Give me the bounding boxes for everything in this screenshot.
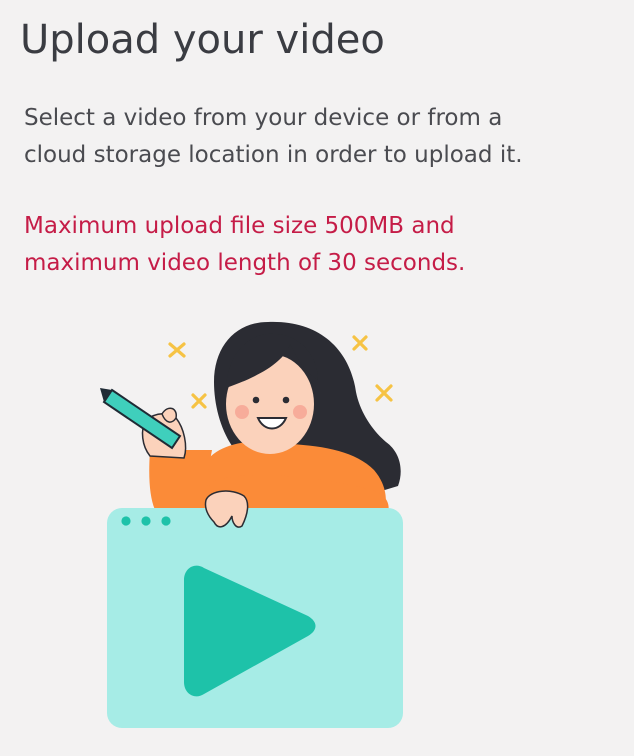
upload-illustration (100, 321, 403, 728)
upload-description-line: Select a video from your device or from … (24, 105, 503, 131)
cheek (235, 405, 249, 419)
upload-limits-line: Maximum upload file size 500MB and (24, 213, 455, 239)
eye (252, 396, 260, 404)
upload-limits-line: maximum video length of 30 seconds. (24, 250, 466, 276)
upload-limits-warning: Maximum upload file size 500MB and maxim… (24, 208, 624, 282)
upload-description: Select a video from your device or from … (24, 100, 624, 174)
video-window (107, 508, 403, 728)
woman-character (100, 321, 401, 516)
window-dots-icon (121, 516, 171, 526)
page-title: Upload your video (20, 17, 385, 63)
sparkle-x-icon (375, 384, 393, 402)
sparkle-x-icon (168, 342, 186, 358)
sparkle-x-icon (191, 393, 207, 409)
sparkle-x-icon (352, 335, 368, 351)
upload-description-line: cloud storage location in order to uploa… (24, 142, 523, 168)
eye (282, 396, 290, 404)
cheek (293, 405, 307, 419)
raised-arm (149, 450, 212, 512)
